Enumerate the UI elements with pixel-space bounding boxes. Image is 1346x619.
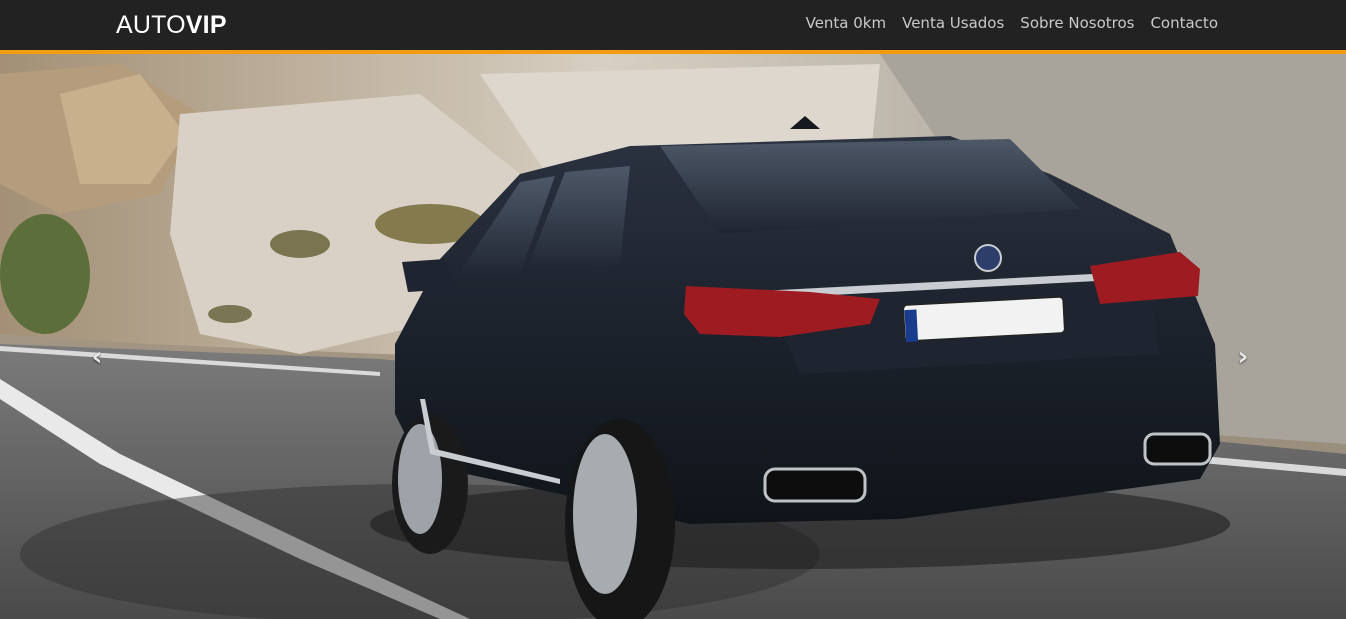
carousel-next-button[interactable]: › xyxy=(1228,339,1258,375)
brand-logo-light: AUTO xyxy=(116,11,186,39)
top-navbar: AUTOVIP Venta 0km Venta Usados Sobre Nos… xyxy=(0,0,1346,54)
carousel-slide-image xyxy=(0,54,1346,619)
nav-link-venta-usados[interactable]: Venta Usados xyxy=(902,14,1004,32)
brand-logo[interactable]: AUTOVIP xyxy=(116,11,227,39)
hero-carousel: ‹ › xyxy=(0,54,1346,619)
brand-logo-bold: VIP xyxy=(185,11,227,39)
nav-link-sobre-nosotros[interactable]: Sobre Nosotros xyxy=(1020,14,1134,32)
nav-link-venta-0km[interactable]: Venta 0km xyxy=(806,14,887,32)
nav-menu: Venta 0km Venta Usados Sobre Nosotros Co… xyxy=(806,14,1218,32)
chevron-left-icon: ‹ xyxy=(91,342,103,372)
chevron-right-icon: › xyxy=(1237,342,1249,372)
nav-link-contacto[interactable]: Contacto xyxy=(1150,14,1218,32)
carousel-prev-button[interactable]: ‹ xyxy=(82,339,112,375)
